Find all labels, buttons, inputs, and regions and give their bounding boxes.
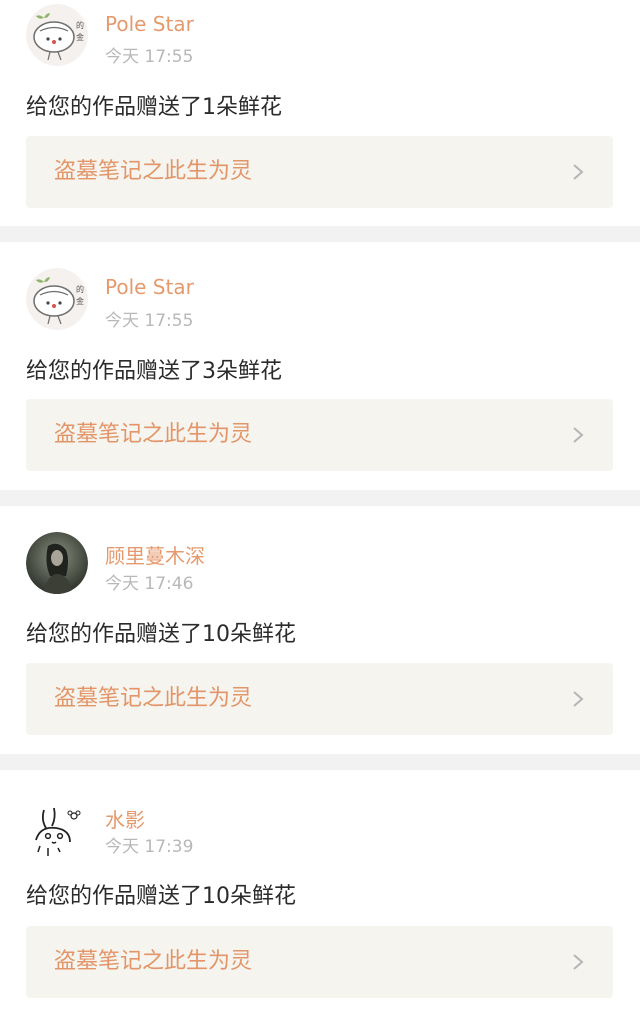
timestamp: 今天 17:55: [105, 311, 194, 331]
chevron-right-icon: [573, 691, 584, 707]
chevron-right-icon: [573, 954, 584, 970]
work-title: 盗墓笔记之此生为灵: [54, 159, 253, 184]
gift-message: 给您的作品赠送了10朵鲜花: [26, 622, 296, 647]
timestamp: 今天 17:39: [105, 837, 194, 857]
work-title: 盗墓笔记之此生为灵: [54, 422, 253, 447]
gift-message: 给您的作品赠送了1朵鲜花: [26, 95, 282, 120]
username[interactable]: Pole Star: [105, 275, 194, 299]
avatar[interactable]: [26, 532, 88, 594]
work-link-button[interactable]: 盗墓笔记之此生为灵: [26, 663, 613, 735]
avatar[interactable]: 的 金: [26, 4, 88, 66]
gift-message: 给您的作品赠送了3朵鲜花: [26, 359, 282, 384]
cartoon-bun-avatar-icon: 的 金: [26, 268, 88, 330]
notification-card: 水影 今天 17:39 给您的作品赠送了10朵鲜花 盗墓笔记之此生为灵: [0, 770, 640, 1016]
avatar[interactable]: [26, 800, 88, 862]
work-link-button[interactable]: 盗墓笔记之此生为灵: [26, 926, 613, 998]
notification-card: 的 金 Pole Star 今天 17:55 给您的作品赠送了3朵鲜花 盗墓笔记…: [0, 242, 640, 490]
line-drawing-bunny-avatar-icon: [26, 800, 88, 862]
notification-card: 顾里蔓木深 今天 17:46 给您的作品赠送了10朵鲜花 盗墓笔记之此生为灵: [0, 506, 640, 754]
timestamp: 今天 17:46: [105, 574, 194, 594]
timestamp: 今天 17:55: [105, 47, 194, 67]
work-link-button[interactable]: 盗墓笔记之此生为灵: [26, 136, 613, 208]
svg-text:金: 金: [76, 296, 84, 306]
chevron-right-icon: [573, 427, 584, 443]
avatar[interactable]: 的 金: [26, 268, 88, 330]
username[interactable]: Pole Star: [105, 12, 194, 36]
gift-notification-feed: 的 金 Pole Star 今天 17:55 给您的作品赠送了1朵鲜花 盗墓笔记…: [0, 0, 640, 1016]
work-title: 盗墓笔记之此生为灵: [54, 949, 253, 974]
notification-card: 的 金 Pole Star 今天 17:55 给您的作品赠送了1朵鲜花 盗墓笔记…: [0, 0, 640, 226]
gift-message: 给您的作品赠送了10朵鲜花: [26, 884, 296, 909]
svg-text:的: 的: [76, 284, 84, 294]
dark-photo-avatar-icon: [26, 532, 88, 594]
chevron-right-icon: [573, 164, 584, 180]
username[interactable]: 顾里蔓木深: [105, 540, 205, 569]
work-title: 盗墓笔记之此生为灵: [54, 686, 253, 711]
svg-text:的: 的: [76, 20, 84, 30]
cartoon-bun-avatar-icon: 的 金: [26, 4, 88, 66]
work-link-button[interactable]: 盗墓笔记之此生为灵: [26, 399, 613, 471]
svg-text:金: 金: [76, 32, 84, 42]
username[interactable]: 水影: [105, 804, 145, 833]
